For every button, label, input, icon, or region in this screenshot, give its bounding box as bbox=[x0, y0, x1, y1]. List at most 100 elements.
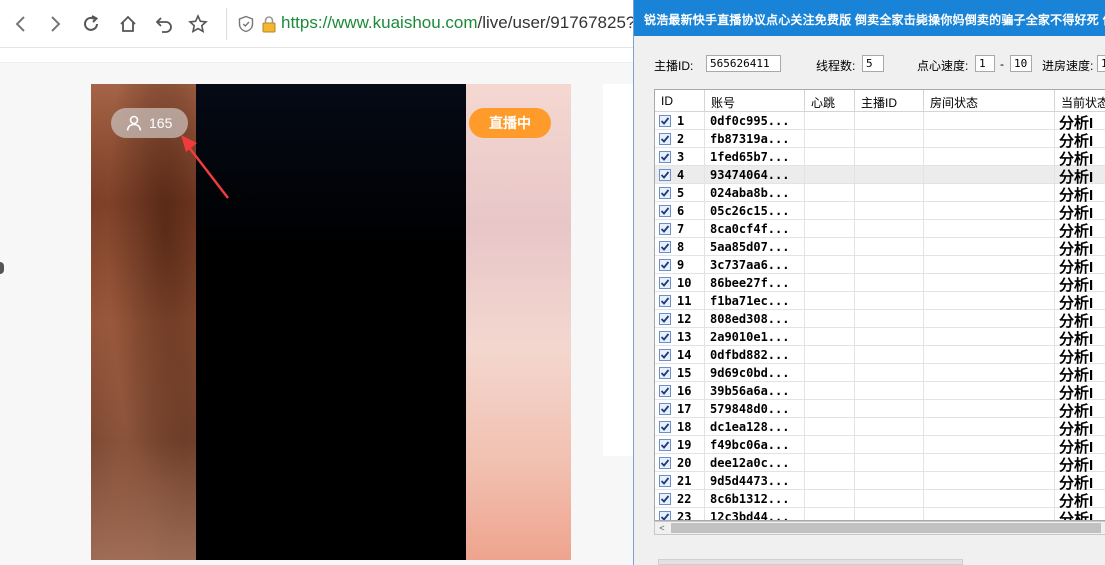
row-checkbox[interactable] bbox=[659, 349, 671, 361]
reload-icon[interactable] bbox=[78, 11, 104, 37]
table-row[interactable]: 21 9d5d4473... 分析I bbox=[655, 472, 1105, 490]
row-checkbox[interactable] bbox=[659, 295, 671, 307]
row-checkbox[interactable] bbox=[659, 421, 671, 433]
table-row[interactable]: 13 2a9010e1... 分析I bbox=[655, 328, 1105, 346]
table-row[interactable]: 6 05c26c15... 分析I bbox=[655, 202, 1105, 220]
table-row[interactable]: 18 dc1ea128... 分析I bbox=[655, 418, 1105, 436]
blurred-background-right bbox=[466, 84, 571, 560]
back-icon[interactable] bbox=[8, 11, 34, 37]
anchor-id-input[interactable]: 565626411 bbox=[706, 55, 781, 72]
table-row[interactable]: 14 0dfbd882... 分析I bbox=[655, 346, 1105, 364]
table-row[interactable]: 19 f49bc06a... 分析I bbox=[655, 436, 1105, 454]
like-speed-min-input[interactable]: 1 bbox=[975, 55, 995, 72]
scroll-left-arrow[interactable]: < bbox=[655, 522, 669, 534]
table-row[interactable]: 12 808ed308... 分析I bbox=[655, 310, 1105, 328]
forward-icon[interactable] bbox=[42, 11, 68, 37]
row-checkbox[interactable] bbox=[659, 187, 671, 199]
row-checkbox[interactable] bbox=[659, 385, 671, 397]
row-current-status: 分析I bbox=[1055, 256, 1105, 274]
row-account: 12c3bd44... bbox=[705, 508, 805, 520]
table-row[interactable]: 4 93474064... 分析I bbox=[655, 166, 1105, 184]
checkmark-icon bbox=[660, 135, 670, 143]
row-checkbox[interactable] bbox=[659, 277, 671, 289]
row-room-status bbox=[924, 130, 1055, 148]
row-id: 12 bbox=[677, 312, 692, 326]
row-checkbox[interactable] bbox=[659, 169, 671, 181]
live-player[interactable]: 165 直播中 bbox=[91, 84, 571, 560]
row-checkbox[interactable] bbox=[659, 115, 671, 127]
row-current-status: 分析I bbox=[1055, 292, 1105, 310]
row-checkbox[interactable] bbox=[659, 151, 671, 163]
like-speed-separator: - bbox=[1000, 57, 1004, 71]
row-anchor-id bbox=[855, 382, 924, 400]
row-current-status: 分析I bbox=[1055, 166, 1105, 184]
row-checkbox[interactable] bbox=[659, 475, 671, 487]
address-bar[interactable]: https://www.kuaishou.com/live/user/91767… bbox=[226, 8, 646, 40]
checkmark-icon bbox=[660, 441, 670, 449]
table-row[interactable]: 16 39b56a6a... 分析I bbox=[655, 382, 1105, 400]
row-account: 808ed308... bbox=[705, 310, 805, 328]
threads-input[interactable]: 5 bbox=[862, 55, 884, 72]
row-id-cell: 9 bbox=[655, 256, 705, 274]
row-checkbox[interactable] bbox=[659, 493, 671, 505]
checkmark-icon bbox=[660, 369, 670, 377]
horizontal-scrollbar[interactable]: < bbox=[654, 521, 1105, 535]
row-checkbox[interactable] bbox=[659, 259, 671, 271]
column-header-current-status[interactable]: 当前状态 bbox=[1055, 90, 1105, 112]
row-checkbox[interactable] bbox=[659, 367, 671, 379]
row-checkbox[interactable] bbox=[659, 205, 671, 217]
like-speed-max-input[interactable]: 10 bbox=[1010, 55, 1032, 72]
table-row[interactable]: 17 579848d0... 分析I bbox=[655, 400, 1105, 418]
column-header-anchor-id[interactable]: 主播ID bbox=[855, 90, 924, 112]
table-row[interactable]: 1 0df0c995... 分析I bbox=[655, 112, 1105, 130]
column-header-account[interactable]: 账号 bbox=[705, 90, 805, 112]
table-row[interactable]: 20 dee12a0c... 分析I bbox=[655, 454, 1105, 472]
table-row[interactable]: 15 9d69c0bd... 分析I bbox=[655, 364, 1105, 382]
row-checkbox[interactable] bbox=[659, 331, 671, 343]
row-checkbox[interactable] bbox=[659, 133, 671, 145]
table-row[interactable]: 2 fb87319a... 分析I bbox=[655, 130, 1105, 148]
video-area bbox=[196, 84, 466, 560]
table-row[interactable]: 10 86bee27f... 分析I bbox=[655, 274, 1105, 292]
row-id-cell: 1 bbox=[655, 112, 705, 130]
row-anchor-id bbox=[855, 472, 924, 490]
row-id-cell: 21 bbox=[655, 472, 705, 490]
table-row[interactable]: 3 1fed65b7... 分析I bbox=[655, 148, 1105, 166]
undo-close-tab-icon[interactable] bbox=[151, 11, 177, 37]
checkmark-icon bbox=[660, 315, 670, 323]
row-checkbox[interactable] bbox=[659, 241, 671, 253]
row-checkbox[interactable] bbox=[659, 223, 671, 235]
row-current-status: 分析I bbox=[1055, 202, 1105, 220]
enter-speed-input[interactable]: 1 bbox=[1097, 55, 1105, 72]
row-anchor-id bbox=[855, 508, 924, 520]
scroll-thumb[interactable] bbox=[671, 523, 1101, 533]
table-row[interactable]: 23 12c3bd44... 分析I bbox=[655, 508, 1105, 520]
row-id: 15 bbox=[677, 366, 692, 380]
shield-icon bbox=[238, 15, 254, 33]
row-heartbeat bbox=[805, 202, 855, 220]
table-row[interactable]: 8 5aa85d07... 分析I bbox=[655, 238, 1105, 256]
table-row[interactable]: 11 f1ba71ec... 分析I bbox=[655, 292, 1105, 310]
column-header-id[interactable]: ID bbox=[655, 90, 705, 112]
row-checkbox[interactable] bbox=[659, 457, 671, 469]
column-header-heartbeat[interactable]: 心跳 bbox=[805, 90, 855, 112]
table-row[interactable]: 9 3c737aa6... 分析I bbox=[655, 256, 1105, 274]
row-checkbox[interactable] bbox=[659, 439, 671, 451]
favorite-star-icon[interactable] bbox=[185, 11, 211, 37]
row-heartbeat bbox=[805, 184, 855, 202]
row-checkbox[interactable] bbox=[659, 511, 671, 520]
row-current-status: 分析I bbox=[1055, 130, 1105, 148]
home-icon[interactable] bbox=[115, 11, 141, 37]
table-row[interactable]: 7 8ca0cf4f... 分析I bbox=[655, 220, 1105, 238]
row-heartbeat bbox=[805, 220, 855, 238]
row-id: 22 bbox=[677, 492, 692, 506]
table-row[interactable]: 5 024aba8b... 分析I bbox=[655, 184, 1105, 202]
table-row[interactable]: 22 8c6b1312... 分析I bbox=[655, 490, 1105, 508]
row-id-cell: 15 bbox=[655, 364, 705, 382]
row-checkbox[interactable] bbox=[659, 313, 671, 325]
column-header-room-status[interactable]: 房间状态 bbox=[924, 90, 1055, 112]
param-row: 主播ID: 565626411 线程数: 5 点心速度: 1 - 10 进房速度… bbox=[634, 52, 1105, 76]
row-current-status: 分析I bbox=[1055, 220, 1105, 238]
accounts-grid[interactable]: ID 账号 心跳 主播ID 房间状态 当前状态 1 0df0c995... 分析I 2… bbox=[654, 89, 1105, 521]
row-checkbox[interactable] bbox=[659, 403, 671, 415]
